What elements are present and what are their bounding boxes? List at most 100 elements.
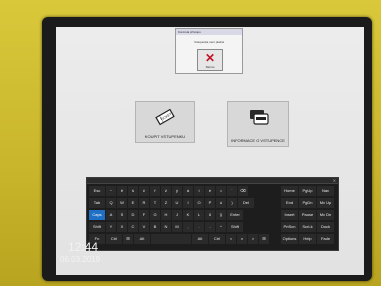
dialog-title: Kontrola přístupu bbox=[176, 29, 242, 35]
key[interactable]: S bbox=[117, 210, 127, 220]
key[interactable]: Alt bbox=[192, 234, 208, 244]
key[interactable]: - bbox=[205, 222, 215, 232]
key[interactable]: Esc bbox=[89, 186, 105, 196]
nav-key[interactable]: Nav bbox=[317, 186, 334, 196]
clock-time: 12:44 bbox=[68, 240, 99, 254]
key[interactable]: í bbox=[194, 186, 204, 196]
key[interactable]: Caps bbox=[89, 210, 105, 220]
nav-key[interactable]: Help bbox=[299, 234, 316, 244]
nav-key[interactable]: Mv Dn bbox=[317, 210, 334, 220]
key[interactable]: F bbox=[139, 210, 149, 220]
key[interactable]: ž bbox=[161, 186, 171, 196]
key[interactable]: Tab bbox=[89, 198, 105, 208]
nav-key[interactable]: Fade bbox=[317, 234, 334, 244]
keyboard-titlebar[interactable]: ✕ bbox=[87, 178, 338, 184]
nav-key[interactable]: PrtScn bbox=[281, 222, 298, 232]
key[interactable]: V bbox=[139, 222, 149, 232]
key[interactable]: Del bbox=[238, 198, 254, 208]
on-screen-keyboard: ✕ Esc ~ ě š č ř ž ý á í é = ´ ⌫ Tab Q W E R T Z U I O Pú) Del Caps… bbox=[86, 177, 339, 251]
key[interactable]: H bbox=[161, 210, 171, 220]
close-icon[interactable]: ✕ bbox=[333, 178, 336, 183]
key[interactable]: T bbox=[150, 198, 160, 208]
nav-key[interactable]: Home bbox=[281, 186, 298, 196]
ticket-info-button[interactable]: INFORMACE O VSTUPENCE bbox=[227, 101, 289, 147]
nav-key[interactable]: PgDn bbox=[299, 198, 316, 208]
key[interactable]: ⊞ bbox=[123, 234, 133, 244]
key[interactable]: P bbox=[205, 198, 215, 208]
nav-key[interactable]: Dock bbox=[317, 222, 334, 232]
clock-date: 06.03.2019 bbox=[60, 255, 101, 264]
key[interactable]: ^ bbox=[216, 222, 226, 232]
key[interactable]: > bbox=[248, 234, 258, 244]
key[interactable]: ´ bbox=[227, 186, 237, 196]
nav-key[interactable]: Mv Up bbox=[317, 198, 334, 208]
key[interactable]: A bbox=[106, 210, 116, 220]
key[interactable]: é bbox=[205, 186, 215, 196]
nav-key[interactable]: ScrLk bbox=[299, 222, 316, 232]
key[interactable]: ř bbox=[150, 186, 160, 196]
key[interactable]: ) bbox=[227, 198, 237, 208]
key[interactable]: č bbox=[139, 186, 149, 196]
key[interactable]: Enter bbox=[227, 210, 243, 220]
keyboard-nav-row: Options Help Fade bbox=[281, 234, 336, 244]
key[interactable] bbox=[151, 234, 191, 244]
key[interactable]: I bbox=[183, 198, 193, 208]
nav-key[interactable]: Options bbox=[281, 234, 298, 244]
key[interactable]: Shift bbox=[89, 222, 105, 232]
key[interactable]: Alt bbox=[134, 234, 150, 244]
keyboard-nav-row: End PgDn Mv Up bbox=[281, 198, 336, 208]
key[interactable]: K bbox=[183, 210, 193, 220]
key[interactable]: Y bbox=[106, 222, 116, 232]
key[interactable]: < bbox=[226, 234, 236, 244]
dialog-cancel-button[interactable]: ✕ Storno bbox=[197, 49, 223, 71]
key[interactable]: š bbox=[128, 186, 138, 196]
key[interactable]: ~ bbox=[106, 186, 116, 196]
key[interactable]: ⊞ bbox=[259, 234, 269, 244]
key[interactable]: = bbox=[216, 186, 226, 196]
key[interactable]: C bbox=[128, 222, 138, 232]
key[interactable]: O bbox=[194, 198, 204, 208]
kiosk-screen: Kontrola přístupu Vstupenka není platná … bbox=[56, 27, 364, 275]
keyboard-row: Shift Y X C V B N M,. - ^ Shift bbox=[89, 222, 276, 232]
key[interactable]: ú bbox=[216, 198, 226, 208]
key[interactable]: U bbox=[172, 198, 182, 208]
key[interactable]: á bbox=[183, 186, 193, 196]
card-reader-icon bbox=[247, 108, 269, 131]
ticket-info-label: INFORMACE O VSTUPENCE bbox=[231, 138, 285, 143]
key[interactable]: ě bbox=[117, 186, 127, 196]
key[interactable]: Z bbox=[161, 198, 171, 208]
key[interactable]: . bbox=[194, 222, 204, 232]
nav-key[interactable]: Pause bbox=[299, 210, 316, 220]
key[interactable]: ⌫ bbox=[238, 186, 248, 196]
nav-key[interactable]: Insert bbox=[281, 210, 298, 220]
key[interactable]: B bbox=[150, 222, 160, 232]
nav-key[interactable]: PgUp bbox=[299, 186, 316, 196]
key[interactable]: , bbox=[183, 222, 193, 232]
nav-key[interactable]: End bbox=[281, 198, 298, 208]
keyboard-nav-row: PrtScn ScrLk Dock bbox=[281, 222, 336, 232]
key[interactable]: M bbox=[172, 222, 182, 232]
keyboard-row: Fn Ctrl ⊞ Alt Alt Ctrl < v > ⊞ bbox=[89, 234, 276, 244]
buy-ticket-button[interactable]: TICKET KOUPIT VSTUPENKU bbox=[135, 101, 195, 143]
key[interactable]: G bbox=[150, 210, 160, 220]
key[interactable]: ý bbox=[172, 186, 182, 196]
key[interactable]: E bbox=[128, 198, 138, 208]
close-icon: ✕ bbox=[205, 51, 216, 65]
keyboard-row: Esc ~ ě š č ř ž ý á í é = ´ ⌫ bbox=[89, 186, 276, 196]
key[interactable]: R bbox=[139, 198, 149, 208]
key[interactable]: D bbox=[128, 210, 138, 220]
key[interactable]: ů bbox=[205, 210, 215, 220]
key[interactable]: J bbox=[172, 210, 182, 220]
key[interactable]: L bbox=[194, 210, 204, 220]
key[interactable]: W bbox=[117, 198, 127, 208]
key[interactable]: Shift bbox=[227, 222, 243, 232]
key[interactable]: X bbox=[117, 222, 127, 232]
access-dialog: Kontrola přístupu Vstupenka není platná … bbox=[175, 28, 243, 74]
key[interactable]: § bbox=[216, 210, 226, 220]
dialog-message: Vstupenka není platná bbox=[194, 40, 224, 44]
key[interactable]: N bbox=[161, 222, 171, 232]
key[interactable]: Q bbox=[106, 198, 116, 208]
key[interactable]: Ctrl bbox=[209, 234, 225, 244]
key[interactable]: v bbox=[237, 234, 247, 244]
key[interactable]: Ctrl bbox=[106, 234, 122, 244]
